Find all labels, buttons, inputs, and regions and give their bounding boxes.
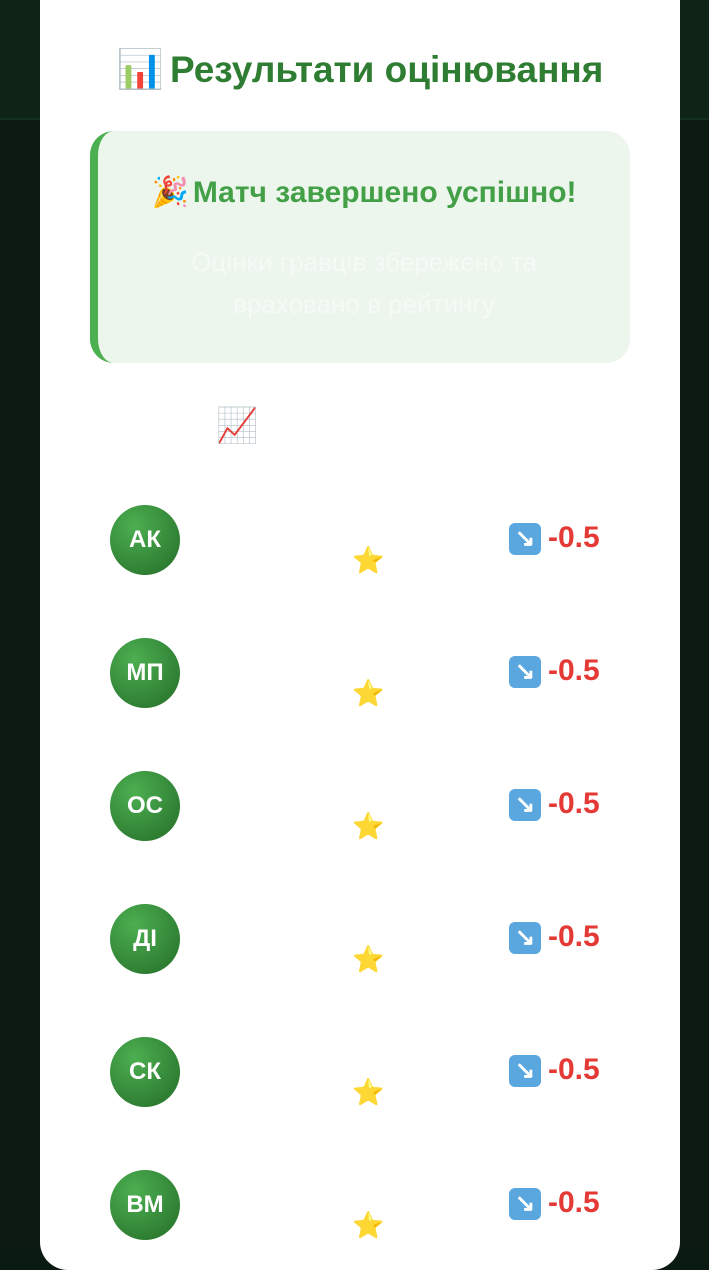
player-row[interactable]: ВМ ⭐ ↘ -0.5 bbox=[40, 1170, 680, 1270]
star-icon: ⭐ bbox=[352, 1077, 385, 1107]
success-title: 🎉 Матч завершено успішно! bbox=[98, 175, 630, 210]
success-subtitle: Оцінки гравців збережено та враховано в … bbox=[191, 247, 537, 319]
down-right-arrow-icon: ↘ bbox=[509, 1188, 541, 1220]
player-avatar: ВМ bbox=[110, 1170, 180, 1240]
player-row[interactable]: АК ⭐ ↘ -0.5 bbox=[40, 505, 680, 638]
rating-delta: -0.5 bbox=[548, 1053, 600, 1086]
rating-delta: -0.5 bbox=[548, 1186, 600, 1219]
star-icon: ⭐ bbox=[352, 1210, 385, 1240]
results-modal: 📊 Результати оцінювання 🎉 Матч завершено у… bbox=[40, 0, 680, 1270]
rating-delta: -0.5 bbox=[548, 654, 600, 687]
down-right-arrow-icon: ↘ bbox=[509, 1055, 541, 1087]
modal-title-text: Результати оцінювання bbox=[169, 49, 604, 90]
chart-increasing-icon: 📈 bbox=[216, 407, 259, 445]
player-avatar: АК bbox=[110, 505, 180, 575]
player-avatar: СК bbox=[110, 1037, 180, 1107]
player-row[interactable]: СК ⭐ ↘ -0.5 bbox=[40, 1037, 680, 1170]
star-icon: ⭐ bbox=[352, 944, 385, 974]
success-banner: 🎉 Матч завершено успішно! Оцінки гравців … bbox=[90, 131, 630, 363]
star-icon: ⭐ bbox=[352, 678, 385, 708]
player-row[interactable]: ДІ ⭐ ↘ -0.5 bbox=[40, 904, 680, 1037]
success-title-text: Матч завершено успішно! bbox=[192, 176, 577, 209]
rating-delta: -0.5 bbox=[548, 521, 600, 554]
player-row[interactable]: МП ⭐ ↘ -0.5 bbox=[40, 638, 680, 771]
down-right-arrow-icon: ↘ bbox=[509, 656, 541, 688]
party-popper-icon: 🎉 bbox=[151, 176, 189, 209]
player-row[interactable]: ОС ⭐ ↘ -0.5 bbox=[40, 771, 680, 904]
bar-chart-icon: 📊 bbox=[116, 49, 164, 91]
down-right-arrow-icon: ↘ bbox=[509, 789, 541, 821]
modal-title: 📊 Результати оцінювання bbox=[40, 48, 680, 92]
player-avatar: ОС bbox=[110, 771, 180, 841]
player-avatar: ДІ bbox=[110, 904, 180, 974]
player-avatar: МП bbox=[110, 638, 180, 708]
rating-delta: -0.5 bbox=[548, 787, 600, 820]
down-right-arrow-icon: ↘ bbox=[509, 523, 541, 555]
star-icon: ⭐ bbox=[352, 545, 385, 575]
star-icon: ⭐ bbox=[352, 811, 385, 841]
rating-delta: -0.5 bbox=[548, 920, 600, 953]
down-right-arrow-icon: ↘ bbox=[509, 922, 541, 954]
